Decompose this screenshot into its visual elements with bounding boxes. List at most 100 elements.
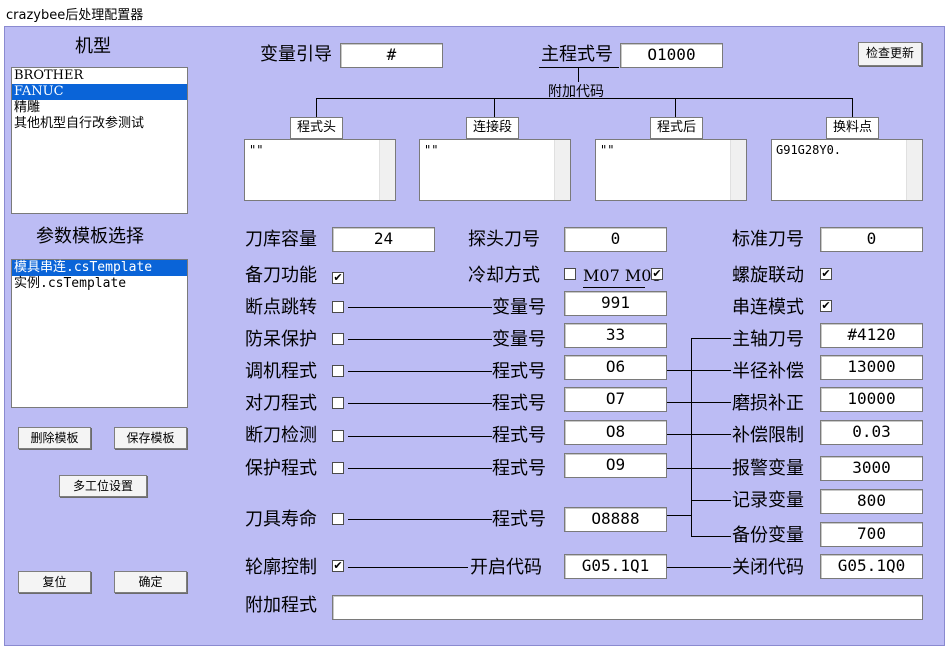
bracket-line [691,338,692,537]
protect-input[interactable]: O9 [564,453,667,478]
template-item-example[interactable]: 实例.csTemplate [12,276,187,292]
prog-no-label: 程式号 [492,361,546,382]
coolant-label: 冷却方式 [468,265,540,286]
link-line [667,567,731,568]
helix-checkbox[interactable]: ✔ [820,268,832,280]
contour-checkbox[interactable]: ✔ [332,560,344,572]
extra-prog-label: 附加程式 [245,595,317,616]
prog-head-textarea[interactable]: "" [244,139,396,201]
backup-input[interactable]: 700 [820,522,923,547]
coolant-checkbox-a[interactable] [564,268,576,280]
helix-label: 螺旋联动 [732,265,804,286]
setting-checkbox[interactable] [332,397,344,409]
anti-stay-checkbox[interactable] [332,333,344,345]
prog-no-label-3: 程式号 [492,425,546,446]
probe-label: 探头刀号 [468,229,540,250]
alarm-label: 报警变量 [732,458,804,479]
tab-link-seg[interactable]: 连接段 [466,117,519,139]
var-no-label: 变量号 [492,297,546,318]
debug-input[interactable]: O6 [564,355,667,380]
debug-label: 调机程式 [245,361,317,382]
bracket-line [691,338,731,339]
series-checkbox[interactable]: ✔ [820,300,832,312]
magazine-input[interactable]: 24 [332,227,435,252]
broken-input[interactable]: O8 [564,420,667,445]
machine-item-brother[interactable]: BROTHER [12,68,187,84]
life-checkbox[interactable] [332,513,344,525]
template-title: 参数模板选择 [36,226,144,247]
spindle-tool-input[interactable]: #4120 [820,323,923,348]
machine-item-other[interactable]: 其他机型自行改参测试 [12,116,187,132]
link-line [348,468,492,469]
bracket-line [667,434,691,435]
radius-label: 半径补偿 [732,361,804,382]
spare-tool-checkbox[interactable]: ✔ [332,272,344,284]
backup-label: 备份变量 [732,525,804,546]
var-lead-input[interactable]: # [340,43,443,68]
life-input[interactable]: O8888 [564,507,667,532]
template-list[interactable]: 模具串连.csTemplate 实例.csTemplate [11,259,188,408]
check-update-button[interactable]: 检查更新 [858,42,922,66]
setting-label: 对刀程式 [245,393,317,414]
scrollbar[interactable] [906,140,922,200]
open-code-input[interactable]: G05.1Q1 [564,554,667,579]
comp-limit-label: 补偿限制 [732,425,804,446]
debug-checkbox[interactable] [332,365,344,377]
scrollbar[interactable] [554,140,570,200]
bracket-line [691,536,731,537]
connector-line [578,67,579,82]
record-label: 记录变量 [732,490,804,511]
protect-checkbox[interactable] [332,462,344,474]
delete-template-button[interactable]: 删除模板 [18,427,91,449]
link-seg-textarea[interactable]: "" [419,139,571,201]
bracket-line [667,515,691,516]
radius-input[interactable]: 13000 [820,355,923,380]
tab-tool-change[interactable]: 换料点 [826,117,879,139]
broken-label: 断刀检测 [245,425,317,446]
std-tool-input[interactable]: 0 [820,227,923,252]
bracket-line [691,370,731,371]
ok-button[interactable]: 确定 [114,571,187,593]
machine-title: 机型 [75,36,111,57]
coolant-checkbox-b[interactable]: ✔ [651,268,663,280]
anti-stay-input[interactable]: 33 [564,323,667,348]
break-jump-checkbox[interactable] [332,301,344,313]
record-input[interactable]: 800 [820,489,923,514]
spare-tool-label: 备刀功能 [245,265,317,286]
broken-checkbox[interactable] [332,430,344,442]
alarm-input[interactable]: 3000 [820,456,923,481]
bracket-line [667,370,691,371]
probe-input[interactable]: 0 [564,227,667,252]
tab-prog-tail[interactable]: 程式后 [650,117,703,139]
tree-line [675,98,676,118]
scrollbar[interactable] [730,140,746,200]
prog-tail-textarea[interactable]: "" [595,139,747,201]
template-item-mold[interactable]: 模具串连.csTemplate [12,260,187,276]
reset-button[interactable]: 复位 [18,571,91,593]
machine-item-jingdiao[interactable]: 精雕 [12,100,187,116]
machine-item-fanuc[interactable]: FANUC [12,84,187,100]
scrollbar[interactable] [379,140,395,200]
comp-limit-input[interactable]: 0.03 [820,420,923,445]
close-code-input[interactable]: G05.1Q0 [820,554,923,579]
break-jump-input[interactable]: 991 [564,291,667,316]
machine-list[interactable]: BROTHER FANUC 精雕 其他机型自行改参测试 [11,67,188,214]
main-prog-label: 主程式号 [541,44,613,65]
std-tool-label: 标准刀号 [732,229,804,250]
link-line [348,339,492,340]
main-prog-input[interactable]: O1000 [620,43,723,68]
tool-change-textarea[interactable]: G91G28Y0. [771,139,923,201]
tab-prog-head[interactable]: 程式头 [290,117,343,139]
wear-input[interactable]: 10000 [820,387,923,412]
link-line [348,567,468,568]
multi-station-button[interactable]: 多工位设置 [59,475,147,497]
save-template-button[interactable]: 保存模板 [114,427,187,449]
prog-no-label-2: 程式号 [492,393,546,414]
tool-change-text: G91G28Y0. [776,143,842,157]
setting-input[interactable]: O7 [564,387,667,412]
extra-prog-input[interactable] [332,595,923,620]
spindle-tool-label: 主轴刀号 [732,329,804,350]
link-seg-text: "" [424,143,439,157]
window-title: crazybee后处理配置器 [6,8,144,23]
tree-line [316,98,317,118]
